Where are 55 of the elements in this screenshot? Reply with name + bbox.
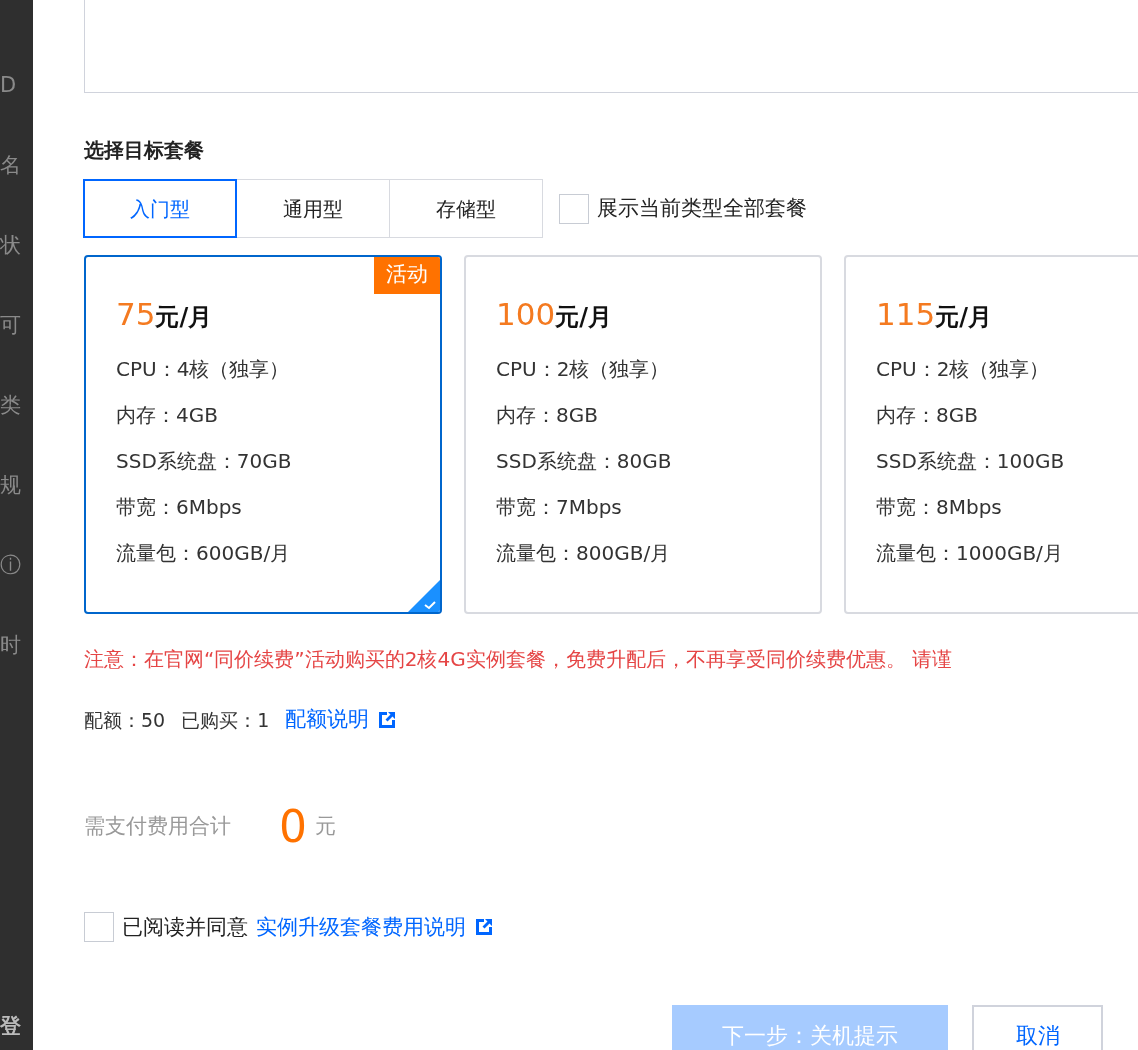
background-label: 时 — [0, 632, 22, 659]
checkbox[interactable] — [559, 193, 589, 224]
plan-spec: 内存：8GB — [876, 401, 978, 429]
plan-spec: 带宽：6Mbps — [116, 493, 242, 521]
plan-price: 75 — [116, 295, 156, 334]
fee-terms-link[interactable]: 实例升级套餐费用说明 — [256, 911, 466, 943]
plan-spec: 流量包：800GB/月 — [496, 539, 671, 567]
background-label: 可 — [0, 312, 22, 339]
currency-unit: 元 — [315, 812, 336, 840]
plan-spec: 内存：8GB — [496, 401, 598, 429]
plan-price: 100 — [496, 295, 556, 334]
plan-spec: 内存：4GB — [116, 401, 218, 429]
section-title: 选择目标套餐 — [84, 137, 205, 164]
background-label: 名 — [0, 152, 22, 179]
agree-checkbox[interactable] — [84, 912, 114, 943]
cancel-button[interactable]: 取消 — [972, 1005, 1103, 1050]
selected-check-icon — [408, 580, 440, 612]
plan-card[interactable]: 100元/月 CPU：2核（独享） 内存：8GB SSD系统盘：80GB 带宽：7Mbps 流量包：800GB/月 — [464, 255, 822, 614]
quota-link[interactable]: 配额说明 — [285, 704, 370, 736]
plan-spec: 带宽：7Mbps — [496, 493, 622, 521]
notice-text: 注意：在官网“同价续费”活动购买的2核4G实例套餐，免费升配后，不再享受同价续费优惠。 请谨 — [84, 646, 953, 673]
plan-spec: CPU：2核（独享） — [496, 355, 670, 383]
plan-type-tab[interactable]: 入门型 — [83, 179, 237, 238]
external-link-icon — [474, 917, 494, 938]
background-label: ⓘ — [0, 552, 22, 579]
plan-spec: SSD系统盘：80GB — [496, 447, 672, 475]
agree-label: 已阅读并同意 — [122, 913, 248, 941]
plan-spec: 流量包：1000GB/月 — [876, 539, 1063, 567]
plan-spec: CPU：2核（独享） — [876, 355, 1050, 383]
background-label: 状 — [0, 232, 22, 259]
promo-badge: 活动 — [374, 257, 440, 294]
plan-spec: 带宽：8Mbps — [876, 493, 1002, 521]
purchased-label: 已购买：1 — [181, 707, 270, 733]
total-label: 需支付费用合计 — [84, 812, 231, 840]
plan-card[interactable]: 活动 75元/月 CPU：4核（独享） 内存：4GB SSD系统盘：70GB 带宽：6Mbps 流量包：600GB/月 — [84, 255, 442, 614]
price-unit: 元/月 — [155, 302, 213, 333]
quota-label: 配额：50 — [84, 707, 166, 733]
plan-card[interactable]: 115元/月 CPU：2核（独享） 内存：8GB SSD系统盘：100GB 带宽：8Mbps 流量包：1000GB/月 — [844, 255, 1138, 614]
total-amount: 0 — [279, 799, 307, 854]
plan-type-tab[interactable]: 存储型 — [389, 179, 543, 238]
price-unit: 元/月 — [935, 302, 992, 333]
background-label: 规 — [0, 472, 22, 499]
plan-spec: SSD系统盘：70GB — [116, 447, 292, 475]
plan-type-tab[interactable]: 通用型 — [236, 179, 390, 238]
plan-spec: CPU：4核（独享） — [116, 355, 290, 383]
text-area[interactable] — [84, 0, 1138, 93]
plan-spec: 流量包：600GB/月 — [116, 539, 291, 567]
price-unit: 元/月 — [555, 302, 612, 333]
checkbox-label: 展示当前类型全部套餐 — [597, 194, 807, 222]
background-label: 登 — [0, 1012, 22, 1040]
background-label: 类 — [0, 392, 22, 419]
plan-price: 115 — [876, 295, 936, 334]
background-label: D — [0, 72, 18, 99]
external-link-icon — [377, 709, 398, 730]
plan-spec: SSD系统盘：100GB — [876, 447, 1065, 475]
